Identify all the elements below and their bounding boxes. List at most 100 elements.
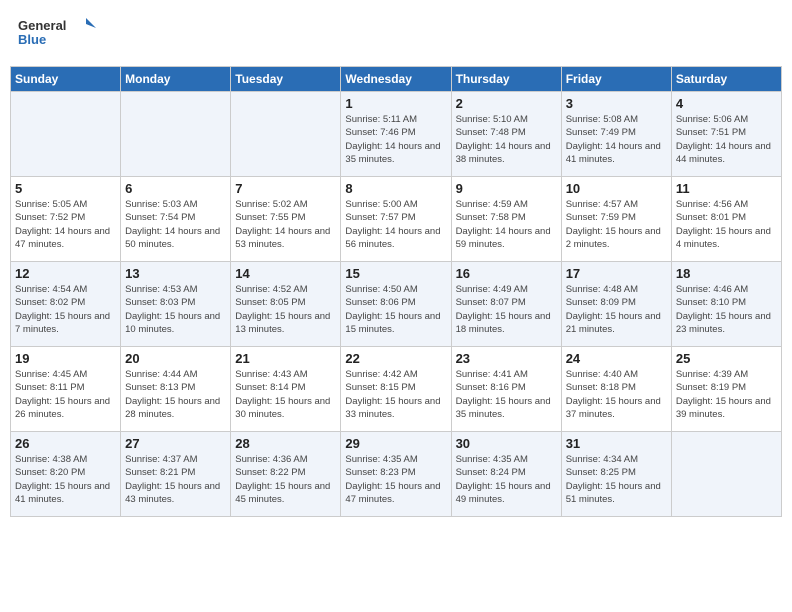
calendar-cell: 1Sunrise: 5:11 AM Sunset: 7:46 PM Daylig… — [341, 92, 451, 177]
calendar-cell: 12 Sunrise: 4:54 AM Sunset: 8:02 PM Dayli… — [11, 262, 121, 347]
svg-text:Blue: Blue — [18, 32, 46, 47]
calendar-week-row: 26 Sunrise: 4:38 AM Sunset: 8:20 PM Dayli… — [11, 432, 782, 517]
day-number: 25 — [676, 351, 777, 366]
calendar-cell: 11 Sunrise: 4:56 AM Sunset: 8:01 PM Dayli… — [671, 177, 781, 262]
day-number: 2 — [456, 96, 557, 111]
day-number: 8 — [345, 181, 446, 196]
calendar-cell: 20 Sunrise: 4:44 AM Sunset: 8:13 PM Dayli… — [121, 347, 231, 432]
day-info: Sunrise: 4:48 AM Sunset: 8:09 PM Dayligh… — [566, 283, 667, 336]
day-number: 27 — [125, 436, 226, 451]
calendar-cell: 16Sunrise: 4:49 AM Sunset: 8:07 PM Dayli… — [451, 262, 561, 347]
day-info: Sunrise: 4:50 AM Sunset: 8:06 PM Dayligh… — [345, 283, 446, 336]
day-number: 23 — [456, 351, 557, 366]
day-info: Sunrise: 5:03 AM Sunset: 7:54 PM Dayligh… — [125, 198, 226, 251]
day-info: Sunrise: 4:43 AM Sunset: 8:14 PM Dayligh… — [235, 368, 336, 421]
day-info: Sunrise: 4:53 AM Sunset: 8:03 PM Dayligh… — [125, 283, 226, 336]
day-number: 15 — [345, 266, 446, 281]
calendar-header-row: SundayMondayTuesdayWednesdayThursdayFrid… — [11, 67, 782, 92]
logo-svg: General Blue — [18, 14, 98, 54]
day-info: Sunrise: 4:38 AM Sunset: 8:20 PM Dayligh… — [15, 453, 116, 506]
calendar-cell: 10Sunrise: 4:57 AM Sunset: 7:59 PM Dayli… — [561, 177, 671, 262]
svg-text:General: General — [18, 18, 66, 33]
calendar-cell: 7 Sunrise: 5:02 AM Sunset: 7:55 PM Daylig… — [231, 177, 341, 262]
calendar-cell: 17 Sunrise: 4:48 AM Sunset: 8:09 PM Dayli… — [561, 262, 671, 347]
day-number: 3 — [566, 96, 667, 111]
day-number: 12 — [15, 266, 116, 281]
logo: General Blue — [18, 14, 98, 54]
day-number: 20 — [125, 351, 226, 366]
calendar-week-row: 5Sunrise: 5:05 AM Sunset: 7:52 PM Daylig… — [11, 177, 782, 262]
day-info: Sunrise: 4:59 AM Sunset: 7:58 PM Dayligh… — [456, 198, 557, 251]
day-number: 26 — [15, 436, 116, 451]
calendar-cell: 29 Sunrise: 4:35 AM Sunset: 8:23 PM Dayli… — [341, 432, 451, 517]
col-header-friday: Friday — [561, 67, 671, 92]
calendar-cell: 4 Sunrise: 5:06 AM Sunset: 7:51 PM Daylig… — [671, 92, 781, 177]
day-number: 29 — [345, 436, 446, 451]
day-number: 19 — [15, 351, 116, 366]
calendar-cell: 31Sunrise: 4:34 AM Sunset: 8:25 PM Dayli… — [561, 432, 671, 517]
calendar-cell: 2 Sunrise: 5:10 AM Sunset: 7:48 PM Daylig… — [451, 92, 561, 177]
calendar-cell: 3 Sunrise: 5:08 AM Sunset: 7:49 PM Daylig… — [561, 92, 671, 177]
calendar-cell: 24 Sunrise: 4:40 AM Sunset: 8:18 PM Dayli… — [561, 347, 671, 432]
calendar-cell: 9 Sunrise: 4:59 AM Sunset: 7:58 PM Daylig… — [451, 177, 561, 262]
day-number: 14 — [235, 266, 336, 281]
calendar-cell: 21 Sunrise: 4:43 AM Sunset: 8:14 PM Dayli… — [231, 347, 341, 432]
day-info: Sunrise: 4:40 AM Sunset: 8:18 PM Dayligh… — [566, 368, 667, 421]
day-number: 11 — [676, 181, 777, 196]
calendar-cell: 15 Sunrise: 4:50 AM Sunset: 8:06 PM Dayli… — [341, 262, 451, 347]
col-header-thursday: Thursday — [451, 67, 561, 92]
calendar-cell — [11, 92, 121, 177]
day-info: Sunrise: 4:36 AM Sunset: 8:22 PM Dayligh… — [235, 453, 336, 506]
day-number: 9 — [456, 181, 557, 196]
day-number: 17 — [566, 266, 667, 281]
day-info: Sunrise: 4:39 AM Sunset: 8:19 PM Dayligh… — [676, 368, 777, 421]
calendar-cell: 22 Sunrise: 4:42 AM Sunset: 8:15 PM Dayli… — [341, 347, 451, 432]
day-number: 6 — [125, 181, 226, 196]
col-header-sunday: Sunday — [11, 67, 121, 92]
calendar-cell — [671, 432, 781, 517]
day-info: Sunrise: 4:37 AM Sunset: 8:21 PM Dayligh… — [125, 453, 226, 506]
day-info: Sunrise: 4:41 AM Sunset: 8:16 PM Dayligh… — [456, 368, 557, 421]
day-info: Sunrise: 5:10 AM Sunset: 7:48 PM Dayligh… — [456, 113, 557, 166]
calendar-cell: 8 Sunrise: 5:00 AM Sunset: 7:57 PM Daylig… — [341, 177, 451, 262]
day-number: 10 — [566, 181, 667, 196]
day-info: Sunrise: 5:06 AM Sunset: 7:51 PM Dayligh… — [676, 113, 777, 166]
calendar-cell — [231, 92, 341, 177]
col-header-wednesday: Wednesday — [341, 67, 451, 92]
day-info: Sunrise: 4:35 AM Sunset: 8:24 PM Dayligh… — [456, 453, 557, 506]
page-header: General Blue — [10, 10, 782, 58]
day-number: 24 — [566, 351, 667, 366]
day-info: Sunrise: 5:08 AM Sunset: 7:49 PM Dayligh… — [566, 113, 667, 166]
calendar-cell: 14Sunrise: 4:52 AM Sunset: 8:05 PM Dayli… — [231, 262, 341, 347]
day-info: Sunrise: 5:00 AM Sunset: 7:57 PM Dayligh… — [345, 198, 446, 251]
day-number: 31 — [566, 436, 667, 451]
day-number: 21 — [235, 351, 336, 366]
day-number: 28 — [235, 436, 336, 451]
day-info: Sunrise: 4:46 AM Sunset: 8:10 PM Dayligh… — [676, 283, 777, 336]
day-number: 1 — [345, 96, 446, 111]
day-info: Sunrise: 4:56 AM Sunset: 8:01 PM Dayligh… — [676, 198, 777, 251]
day-number: 30 — [456, 436, 557, 451]
col-header-monday: Monday — [121, 67, 231, 92]
day-number: 18 — [676, 266, 777, 281]
day-info: Sunrise: 4:45 AM Sunset: 8:11 PM Dayligh… — [15, 368, 116, 421]
calendar-cell: 6 Sunrise: 5:03 AM Sunset: 7:54 PM Daylig… — [121, 177, 231, 262]
calendar-cell: 13Sunrise: 4:53 AM Sunset: 8:03 PM Dayli… — [121, 262, 231, 347]
calendar-week-row: 12 Sunrise: 4:54 AM Sunset: 8:02 PM Dayli… — [11, 262, 782, 347]
day-number: 22 — [345, 351, 446, 366]
calendar-cell: 23 Sunrise: 4:41 AM Sunset: 8:16 PM Dayli… — [451, 347, 561, 432]
day-info: Sunrise: 4:42 AM Sunset: 8:15 PM Dayligh… — [345, 368, 446, 421]
calendar-table: SundayMondayTuesdayWednesdayThursdayFrid… — [10, 66, 782, 517]
day-info: Sunrise: 5:05 AM Sunset: 7:52 PM Dayligh… — [15, 198, 116, 251]
day-info: Sunrise: 5:02 AM Sunset: 7:55 PM Dayligh… — [235, 198, 336, 251]
calendar-week-row: 1Sunrise: 5:11 AM Sunset: 7:46 PM Daylig… — [11, 92, 782, 177]
calendar-cell: 27 Sunrise: 4:37 AM Sunset: 8:21 PM Dayli… — [121, 432, 231, 517]
calendar-cell — [121, 92, 231, 177]
calendar-cell: 26 Sunrise: 4:38 AM Sunset: 8:20 PM Dayli… — [11, 432, 121, 517]
day-info: Sunrise: 4:44 AM Sunset: 8:13 PM Dayligh… — [125, 368, 226, 421]
day-info: Sunrise: 4:54 AM Sunset: 8:02 PM Dayligh… — [15, 283, 116, 336]
day-info: Sunrise: 4:35 AM Sunset: 8:23 PM Dayligh… — [345, 453, 446, 506]
day-number: 4 — [676, 96, 777, 111]
day-number: 7 — [235, 181, 336, 196]
day-number: 16 — [456, 266, 557, 281]
